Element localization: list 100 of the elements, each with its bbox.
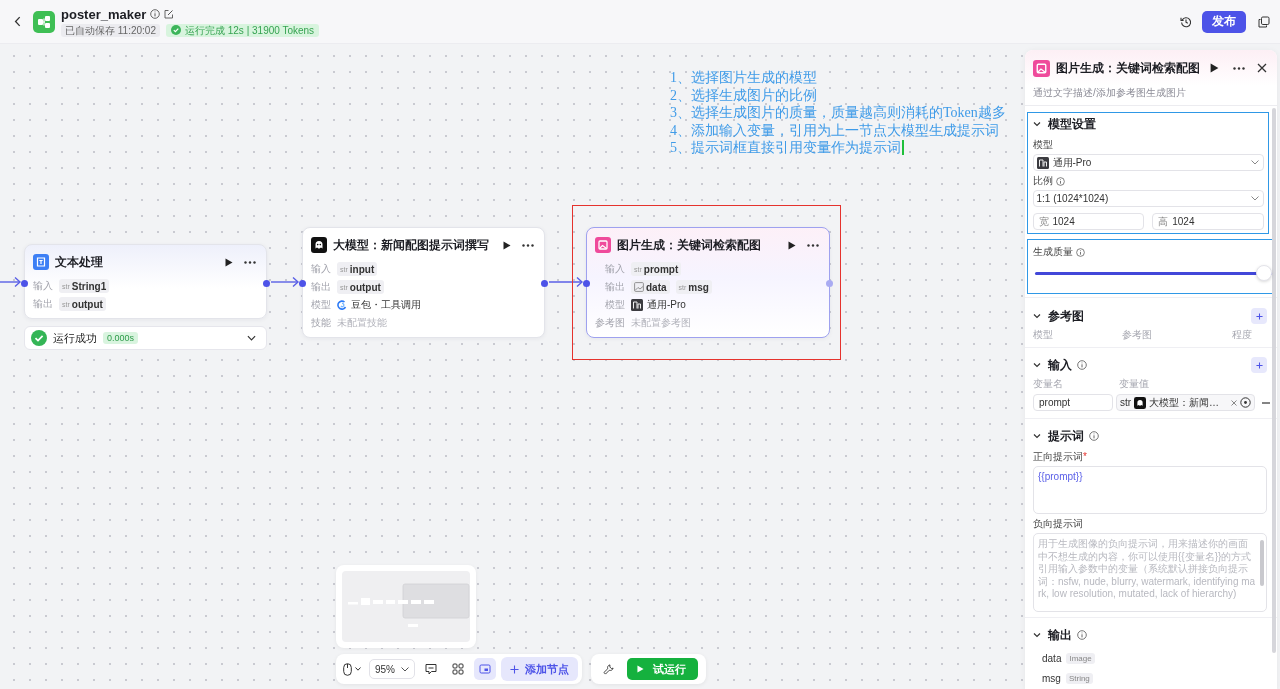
quality-slider[interactable] [1034, 265, 1272, 281]
field-label: 输出 [604, 280, 625, 294]
field-label: 生成质量 [1032, 245, 1073, 259]
info-icon[interactable] [1077, 630, 1087, 640]
field-label: 比例 [1032, 174, 1053, 188]
chevron-down-icon[interactable] [247, 335, 256, 341]
model-select[interactable]: 通用-Pro [1032, 154, 1264, 171]
field-label: 技能 [311, 316, 331, 330]
connection-port[interactable] [541, 279, 548, 287]
more-icon[interactable] [1233, 66, 1245, 70]
plus-icon [1255, 312, 1263, 320]
section-title: 输出 [1048, 626, 1072, 644]
field-label: 输出 [33, 297, 53, 311]
grid-icon [452, 663, 464, 675]
plus-icon [510, 664, 519, 674]
chevron-down-icon[interactable] [1033, 631, 1041, 639]
document-icon [33, 254, 49, 270]
field-label: 正向提示词* [1033, 451, 1087, 462]
play-icon[interactable] [225, 257, 233, 267]
ratio-select[interactable]: 1:1 (1024*1024) [1032, 190, 1264, 207]
field-label: 输出 [311, 280, 331, 294]
section-title: 输入 [1048, 356, 1072, 374]
field-label: 输入 [604, 262, 625, 276]
edit-icon[interactable] [164, 9, 175, 19]
info-icon[interactable] [1077, 360, 1087, 370]
add-button[interactable] [1251, 308, 1267, 324]
image-icon [1033, 59, 1050, 77]
model-name: 通用-Pro [647, 298, 686, 312]
annotation-text: 2、选择生成图片的比例 [670, 86, 817, 104]
variable-value-field[interactable]: str 大模型：新闻… [1116, 394, 1255, 411]
info-icon[interactable] [1089, 431, 1099, 441]
annotation-text: 4、添加输入变量，引用为上一节点大模型生成提示词 [670, 121, 999, 139]
minus-icon[interactable] [1262, 401, 1270, 404]
play-icon[interactable] [1210, 63, 1219, 73]
height-input[interactable]: 高 1024 [1152, 213, 1264, 230]
add-button[interactable] [1251, 357, 1267, 373]
mouse-icon [343, 662, 352, 676]
history-icon[interactable] [1180, 15, 1192, 28]
section-title: 提示词 [1048, 427, 1084, 445]
run-status-bar[interactable]: 运行成功 0.000s [24, 326, 267, 350]
chevron-down-icon[interactable] [1032, 120, 1041, 128]
chevron-down-icon[interactable] [1033, 312, 1041, 320]
connection-port[interactable] [263, 279, 270, 287]
empty-value: 未配置参考图 [631, 316, 691, 330]
node-title: 大模型：新闻配图提示词撰写 [333, 237, 490, 253]
workflow-icon [33, 10, 55, 33]
empty-value: 未配置技能 [337, 316, 387, 330]
swirl-icon [337, 300, 347, 310]
model-name: 豆包・工具调用 [351, 298, 421, 312]
close-icon[interactable] [1257, 63, 1267, 73]
chevron-down-icon [1251, 160, 1259, 165]
field-label: 模型 [1032, 138, 1054, 152]
variable-name-input[interactable]: prompt [1033, 394, 1113, 411]
type-badge: String [1065, 672, 1093, 684]
add-node-button[interactable]: 添加节点 [501, 657, 578, 681]
scrollbar-thumb[interactable] [1260, 540, 1264, 586]
column-header: 变量名 [1033, 377, 1064, 391]
info-icon[interactable] [150, 9, 161, 19]
prompt-input[interactable]: {{prompt}} [1033, 466, 1267, 514]
width-input[interactable]: 宽 1024 [1032, 213, 1145, 230]
back-icon[interactable] [14, 16, 21, 27]
copy-icon[interactable] [1258, 15, 1270, 28]
info-icon[interactable] [1075, 247, 1085, 257]
publish-button[interactable]: 发布 [1202, 10, 1246, 33]
play-icon [637, 665, 644, 673]
clear-icon[interactable] [1231, 399, 1237, 406]
image-icon [595, 237, 611, 253]
play-icon[interactable] [788, 240, 796, 250]
node-title: 文本处理 [55, 254, 104, 270]
connection-port[interactable] [21, 279, 28, 287]
app-title: poster_maker [61, 6, 147, 22]
connector-arrow [548, 276, 584, 288]
field-label: 模型 [311, 298, 331, 312]
more-icon[interactable] [244, 260, 256, 264]
chevron-down-icon [1251, 196, 1259, 201]
picture-icon [631, 299, 643, 311]
more-icon[interactable] [522, 243, 534, 247]
field-label: 输入 [311, 262, 331, 276]
panel-title: 图片生成：关键词检索配图 [1056, 60, 1201, 76]
target-icon[interactable] [1240, 397, 1251, 408]
annotation-text: 3、选择生成图片的质量，质量越高则消耗的Token越多 [670, 104, 1006, 122]
play-icon[interactable] [503, 240, 511, 250]
zoom-select[interactable]: 95% [369, 659, 415, 679]
connector-arrow [0, 276, 22, 288]
more-icon[interactable] [807, 243, 819, 247]
check-circle-icon [170, 25, 181, 35]
chevron-down-icon[interactable] [1033, 432, 1041, 440]
info-icon[interactable] [1055, 176, 1065, 186]
column-header: 模型 [1033, 328, 1054, 342]
section-title: 模型设置 [1047, 115, 1096, 133]
status-text: 运行成功 [53, 330, 97, 346]
variable-name: data [646, 281, 667, 293]
minimap-icon [479, 663, 491, 675]
section-title: 参考图 [1048, 307, 1084, 325]
slider-thumb[interactable] [1256, 265, 1272, 281]
type-badge: Image [1066, 652, 1095, 664]
connection-port[interactable] [299, 279, 306, 287]
field-label: 负向提示词 [1033, 518, 1083, 529]
chevron-down-icon[interactable] [1033, 361, 1041, 369]
connection-port[interactable] [583, 279, 590, 287]
